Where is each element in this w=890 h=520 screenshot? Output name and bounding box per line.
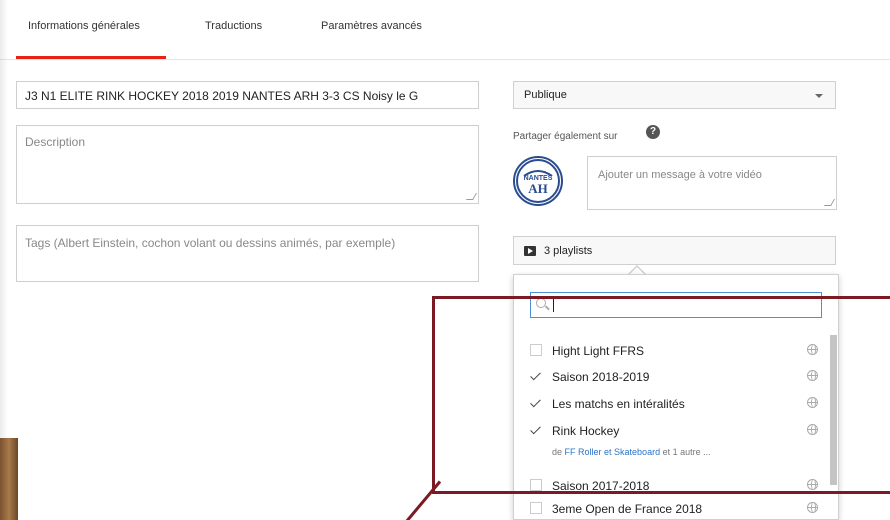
playlist-item-label: Saison 2018-2019	[552, 370, 650, 384]
checkbox-unchecked[interactable]	[530, 344, 542, 356]
playlist-icon	[524, 246, 536, 256]
playlist-item[interactable]: Rink Hockey	[530, 421, 820, 443]
visibility-value: Publique	[524, 89, 567, 101]
title-value: J3 N1 ELITE RINK HOCKEY 2018 2019 NANTES…	[25, 89, 419, 103]
question-icon[interactable]: ?	[646, 125, 660, 139]
checkbox-checked[interactable]	[530, 397, 542, 409]
share-label: Partager également sur	[513, 131, 618, 142]
share-message-placeholder: Ajouter un message à votre vidéo	[598, 169, 762, 181]
playlists-button[interactable]: 3 playlists	[513, 236, 836, 265]
resize-handle-icon[interactable]	[823, 199, 836, 206]
share-message-textarea[interactable]: Ajouter un message à votre vidéo	[587, 156, 837, 210]
checkbox-checked[interactable]	[530, 370, 542, 382]
owner-prefix: de	[552, 447, 563, 457]
visibility-select[interactable]: Publique	[513, 81, 836, 109]
description-placeholder: Description	[25, 135, 86, 149]
playlist-item[interactable]: Saison 2017-2018	[530, 476, 820, 498]
playlist-owner-line: de FF Roller et Skateboard et 1 autre ..…	[552, 447, 711, 457]
globe-icon	[807, 397, 818, 408]
playlist-item[interactable]: Saison 2018-2019	[530, 367, 820, 389]
resize-handle-icon[interactable]	[465, 193, 478, 200]
video-details-panel: Informations générales Traductions Param…	[0, 0, 890, 520]
globe-icon	[807, 344, 818, 355]
channel-logo: NANTES AH	[513, 156, 563, 206]
playlists-button-label: 3 playlists	[544, 245, 593, 257]
checkbox-unchecked[interactable]	[530, 479, 542, 491]
playlist-item[interactable]: Les matchs en intéralités	[530, 394, 820, 416]
checkbox-unchecked[interactable]	[530, 502, 542, 514]
dropdown-scrollbar[interactable]	[830, 335, 837, 485]
background-wood-strip	[0, 438, 18, 520]
text-cursor	[553, 299, 554, 312]
active-tab-indicator	[16, 56, 166, 59]
globe-icon	[807, 424, 818, 435]
annotation-highlight-slant	[393, 480, 442, 520]
tags-input[interactable]: Tags (Albert Einstein, cochon volant ou …	[16, 225, 479, 282]
chevron-down-icon	[815, 94, 823, 98]
playlist-item-label: Saison 2017-2018	[552, 479, 650, 493]
description-textarea[interactable]: Description	[16, 125, 479, 204]
search-icon	[536, 298, 546, 308]
playlist-item[interactable]: Hight Light FFRS	[530, 341, 820, 363]
playlist-item-label: Hight Light FFRS	[552, 344, 645, 358]
owner-link[interactable]: FF Roller et Skateboard	[565, 447, 661, 457]
tags-placeholder: Tags (Albert Einstein, cochon volant ou …	[25, 236, 396, 250]
playlist-dropdown: Hight Light FFRS Saison 2018-2019 Les ma…	[513, 274, 839, 520]
playlist-item-label: 3eme Open de France 2018	[552, 502, 703, 516]
playlist-item-label: Les matchs en intéralités	[552, 397, 685, 411]
globe-icon	[807, 502, 818, 513]
tab-bar: Informations générales Traductions Param…	[0, 0, 890, 60]
playlist-search-input[interactable]	[530, 292, 822, 318]
title-input[interactable]: J3 N1 ELITE RINK HOCKEY 2018 2019 NANTES…	[16, 81, 479, 109]
tab-general-info[interactable]: Informations générales	[28, 20, 140, 32]
playlist-item[interactable]: 3eme Open de France 2018	[530, 499, 820, 520]
tab-advanced-settings[interactable]: Paramètres avancés	[321, 20, 422, 32]
globe-icon	[807, 479, 818, 490]
globe-icon	[807, 370, 818, 381]
playlist-item-label: Rink Hockey	[552, 424, 620, 438]
svg-text:AH: AH	[528, 181, 548, 196]
checkbox-checked[interactable]	[530, 424, 542, 436]
tab-translations[interactable]: Traductions	[205, 20, 262, 32]
owner-suffix: et 1 autre ...	[662, 447, 711, 457]
